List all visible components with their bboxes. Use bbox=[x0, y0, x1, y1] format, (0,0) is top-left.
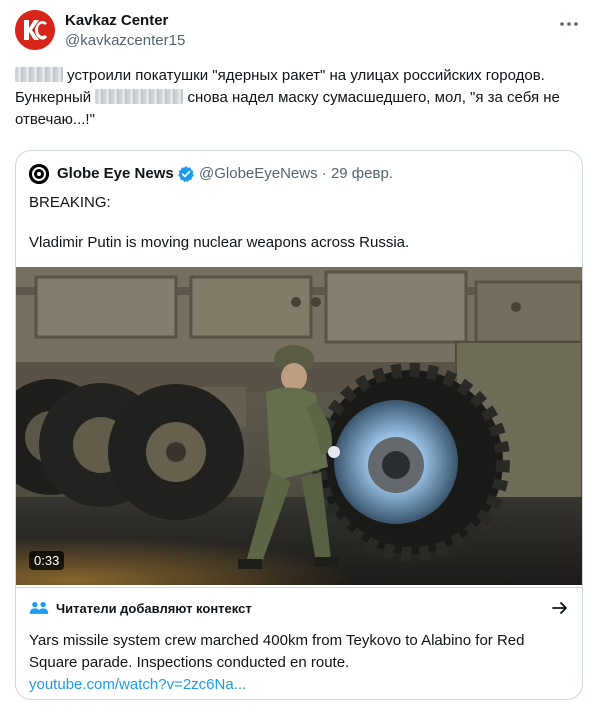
community-note[interactable]: Читатели добавляют контекст Yars missile… bbox=[16, 587, 582, 699]
video-player[interactable]: 0:33 bbox=[16, 267, 582, 585]
globe-eye-logo bbox=[29, 164, 49, 184]
quoted-tweet[interactable]: Globe Eye News @GlobeEyeNews · 29 февр. … bbox=[15, 150, 583, 700]
tweet-header: Kavkaz Center @kavkazcenter15 bbox=[15, 10, 582, 54]
quoted-author-name[interactable]: Globe Eye News bbox=[57, 165, 174, 182]
quoted-author-avatar[interactable] bbox=[29, 164, 49, 184]
community-note-title: Читатели добавляют контекст bbox=[56, 601, 252, 616]
community-note-header: Читатели добавляют контекст bbox=[29, 599, 569, 619]
people-icon bbox=[29, 602, 49, 614]
community-note-text: Yars missile system crew marched 400km f… bbox=[29, 630, 569, 696]
quoted-author-handle[interactable]: @GlobeEyeNews bbox=[199, 165, 318, 182]
verified-badge-icon bbox=[178, 166, 194, 183]
author-handle[interactable]: @kavkazcenter15 bbox=[65, 32, 185, 49]
video-thumbnail bbox=[16, 267, 582, 585]
video-duration: 0:33 bbox=[29, 551, 65, 570]
author-name[interactable]: Kavkaz Center bbox=[65, 12, 168, 29]
quoted-tweet-header: Globe Eye News @GlobeEyeNews · 29 февр. bbox=[29, 163, 569, 185]
quoted-text-line2: Vladimir Putin is moving nuclear weapons… bbox=[29, 234, 410, 251]
arrow-right-icon[interactable] bbox=[551, 599, 569, 617]
quoted-tweet-text: BREAKING: Vladimir Putin is moving nucle… bbox=[29, 193, 569, 273]
more-options-icon[interactable] bbox=[558, 14, 580, 34]
quoted-author-handle-date[interactable]: @GlobeEyeNews · 29 февр. bbox=[199, 165, 393, 182]
quoted-text-line1: BREAKING: bbox=[29, 194, 111, 211]
community-note-body: Yars missile system crew marched 400km f… bbox=[29, 632, 525, 671]
community-note-link[interactable]: youtube.com/watch?v=2zc6Na... bbox=[29, 676, 246, 693]
author-avatar[interactable] bbox=[15, 10, 55, 50]
author-avatar-logo bbox=[15, 10, 55, 50]
tweet-text: устроили покатушки "ядерных ракет" на ул… bbox=[15, 65, 582, 131]
redacted-text bbox=[15, 67, 63, 82]
quoted-date[interactable]: · 29 февр. bbox=[322, 165, 393, 182]
redacted-text bbox=[95, 89, 184, 104]
